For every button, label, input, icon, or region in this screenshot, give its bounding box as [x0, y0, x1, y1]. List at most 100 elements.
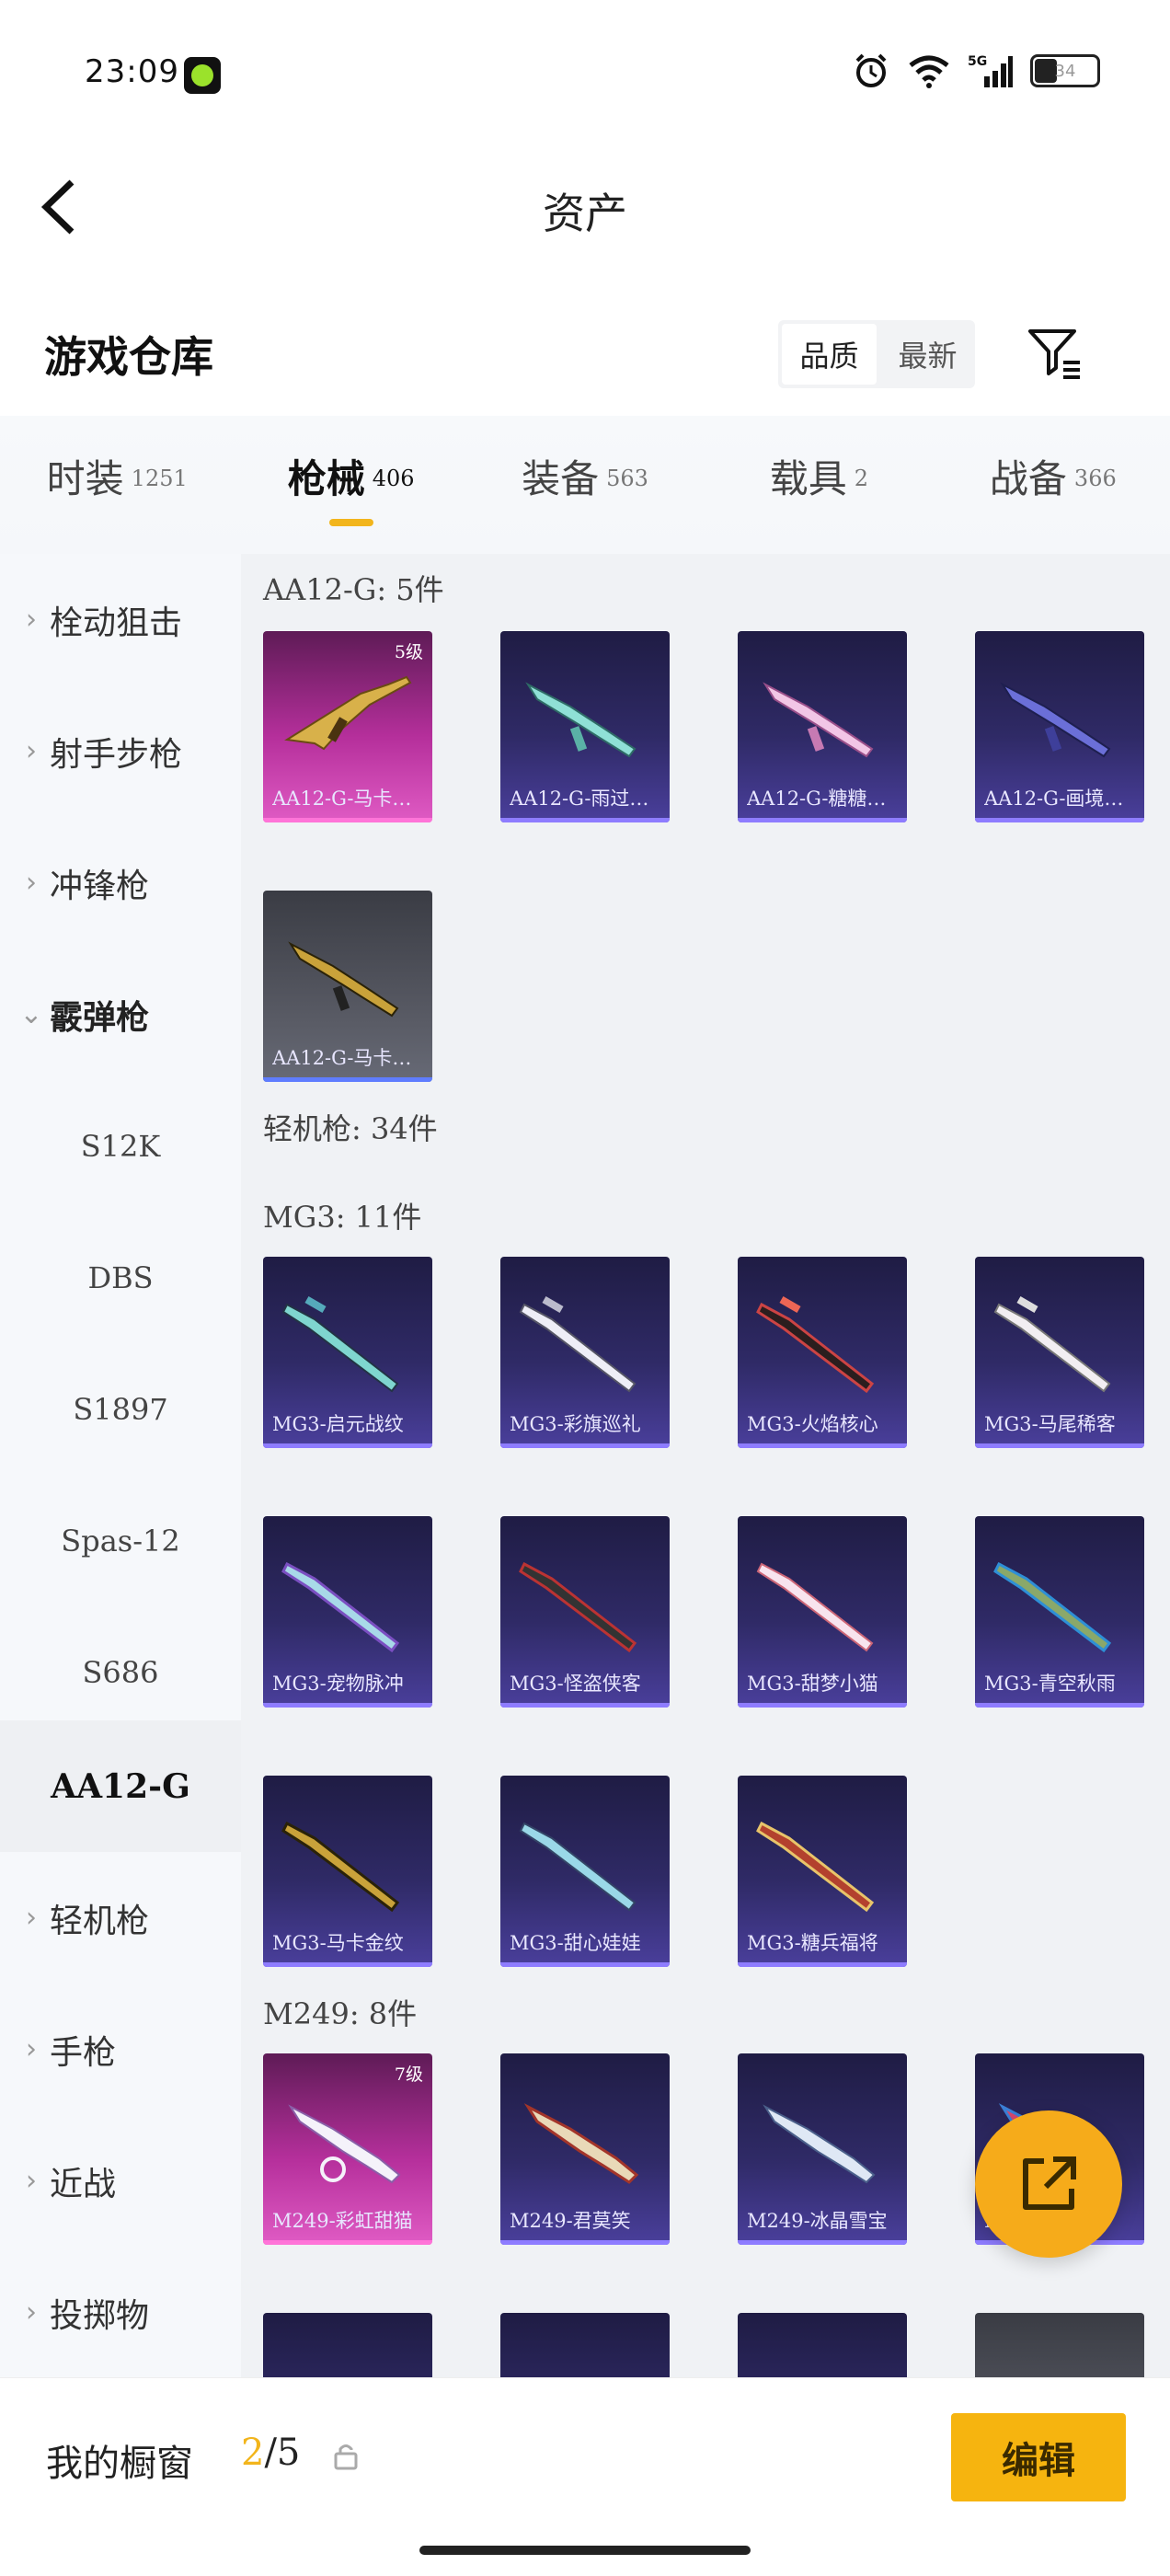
edit-button[interactable]: 编辑: [951, 2413, 1126, 2501]
chevron-right-icon: ›: [26, 604, 37, 636]
section-header-m249: M249: 8件: [263, 1996, 418, 2031]
tab-equipment[interactable]: 装备 563: [468, 416, 702, 554]
sidebar-item-marksman-rifle[interactable]: › 射手步枪: [0, 685, 241, 817]
sidebar-subitem-spas12[interactable]: Spas-12: [0, 1475, 241, 1606]
machine-gun-icon: [993, 1561, 1112, 1653]
sidebar-item-label: 栓动狙击: [50, 604, 183, 642]
weapon-card[interactable]: AA12-G-画境…: [975, 631, 1144, 822]
machine-gun-icon: [519, 1561, 637, 1653]
card-name: M249-冰晶雪宝: [747, 2210, 888, 2232]
weapon-card[interactable]: [738, 2313, 907, 2377]
sidebar-subitem-s686[interactable]: S686: [0, 1606, 241, 1738]
card-name: MG3-甜梦小猫: [747, 1673, 878, 1695]
tab-label: 战备: [989, 455, 1067, 501]
card-name: MG3-马卡金纹: [272, 1932, 404, 1954]
card-name: MG3-甜心娃娃: [510, 1932, 641, 1954]
machine-gun-icon: [763, 2104, 876, 2184]
sidebar-item-pistol[interactable]: › 手枪: [0, 1984, 241, 2115]
weapon-card[interactable]: AA12-G-马卡…: [263, 891, 432, 1082]
tab-count: 563: [606, 466, 648, 491]
tab-vehicles[interactable]: 载具 2: [702, 416, 935, 554]
weapon-card[interactable]: MG3-怪盗侠客: [500, 1516, 670, 1708]
card-name: AA12-G-画境…: [984, 788, 1124, 810]
sidebar-item-lmg[interactable]: › 轻机枪: [0, 1852, 241, 1984]
machine-gun-icon: [756, 1296, 875, 1394]
weapon-card[interactable]: MG3-甜梦小猫: [738, 1516, 907, 1708]
share-button[interactable]: [975, 2110, 1122, 2258]
weapon-card[interactable]: MG3-马尾稀客: [975, 1257, 1144, 1448]
weapon-grid: AA12-G: 5件 5级 AA12-G-马卡… AA12-G-雨过… AA12…: [241, 554, 1170, 2377]
tab-fashion[interactable]: 时装 1251: [0, 416, 234, 554]
card-name: AA12-G-马卡…: [272, 788, 412, 810]
sidebar-subitem-s12k[interactable]: S12K: [0, 1080, 241, 1212]
weapon-card[interactable]: MG3-彩旗巡礼: [500, 1257, 670, 1448]
weapon-card[interactable]: M249-冰晶雪宝: [738, 2053, 907, 2245]
sidebar-item-bolt-sniper[interactable]: › 栓动狙击: [0, 554, 241, 685]
weapon-card[interactable]: AA12-G-糖糖…: [738, 631, 907, 822]
weapon-card[interactable]: MG3-启元战纹: [263, 1257, 432, 1448]
showcase-total: /5: [264, 2432, 301, 2474]
status-time: 23:09: [85, 53, 179, 90]
section-header-aa12g: AA12-G: 5件: [263, 572, 444, 607]
card-name: MG3-宠物脉冲: [272, 1673, 404, 1695]
card-name: MG3-火焰核心: [747, 1413, 878, 1435]
weapon-card[interactable]: MG3-火焰核心: [738, 1257, 907, 1448]
weapon-card[interactable]: MG3-甜心娃娃: [500, 1776, 670, 1967]
tab-label: 枪械: [287, 455, 365, 501]
weapon-card[interactable]: [975, 2313, 1144, 2377]
card-name: MG3-怪盗侠客: [510, 1673, 641, 1695]
weapon-card[interactable]: [500, 2313, 670, 2377]
showcase-bar: 我的橱窗 2/5 编辑: [0, 2377, 1170, 2576]
card-name: M249-彩虹甜猫: [272, 2210, 413, 2232]
weapon-card[interactable]: MG3-青空秋雨: [975, 1516, 1144, 1708]
sidebar-item-label: 投掷物: [50, 2296, 150, 2335]
weapon-card[interactable]: M249-君莫笑: [500, 2053, 670, 2245]
card-name: MG3-彩旗巡礼: [510, 1413, 641, 1435]
battery-icon: 34: [1030, 54, 1100, 87]
tab-label: 装备: [522, 455, 600, 501]
weapon-card[interactable]: 5级 AA12-G-马卡…: [263, 631, 432, 822]
sidebar-subitem-s1897[interactable]: S1897: [0, 1343, 241, 1475]
sidebar-item-label: 手枪: [50, 2033, 117, 2072]
rifle-icon: [763, 682, 874, 758]
rifle-icon: [284, 675, 412, 751]
chevron-right-icon: ›: [26, 1902, 37, 1934]
weapon-card[interactable]: MG3-糖兵福将: [738, 1776, 907, 1967]
weapon-card[interactable]: MG3-宠物脉冲: [263, 1516, 432, 1708]
status-icons: 5G 34: [852, 52, 1100, 90]
card-name: M249-君莫笑: [510, 2210, 631, 2232]
machine-gun-icon: [281, 1296, 399, 1393]
sidebar-item-smg[interactable]: › 冲锋枪: [0, 817, 241, 949]
machine-gun-icon: [519, 1296, 637, 1393]
chevron-right-icon: ›: [26, 735, 37, 767]
sidebar-item-throwable[interactable]: › 投掷物: [0, 2247, 241, 2378]
chevron-right-icon: ›: [26, 2296, 37, 2329]
home-indicator[interactable]: [419, 2546, 751, 2555]
weapon-card[interactable]: 7级 M249-彩虹甜猫: [263, 2053, 432, 2245]
sidebar-subitem-aa12g[interactable]: AA12-G: [0, 1720, 241, 1852]
tab-firearms[interactable]: 枪械 406: [234, 416, 467, 554]
sort-toggle: 品质 最新: [778, 320, 975, 388]
tab-supplies[interactable]: 战备 366: [936, 416, 1170, 554]
sort-option-latest[interactable]: 最新: [880, 320, 975, 388]
showcase-current: 2: [241, 2432, 265, 2474]
sidebar-item-melee[interactable]: › 近战: [0, 2115, 241, 2247]
sidebar-item-label: 近战: [50, 2165, 117, 2203]
nav-header: 资产: [0, 147, 1170, 267]
inventory-bar: 游戏仓库 品质 最新: [0, 304, 1170, 405]
weapon-card[interactable]: AA12-G-雨过…: [500, 631, 670, 822]
chevron-right-icon: ›: [26, 2165, 37, 2197]
filter-button[interactable]: [1025, 324, 1084, 383]
sidebar-item-shotgun[interactable]: ⌄ 霰弹枪: [0, 949, 241, 1080]
sort-option-quality[interactable]: 品质: [782, 324, 877, 385]
tab-label: 载具: [769, 455, 847, 501]
sidebar-item-label: 冲锋枪: [50, 867, 150, 905]
tab-count: 1251: [131, 466, 188, 491]
rifle-icon: [1000, 682, 1111, 758]
sidebar-subitem-dbs[interactable]: DBS: [0, 1212, 241, 1343]
weapon-card[interactable]: [263, 2313, 432, 2377]
sidebar-item-label: S12K: [80, 1128, 161, 1164]
sidebar-item-label: 轻机枪: [50, 1902, 150, 1940]
weapon-card[interactable]: MG3-马卡金纹: [263, 1776, 432, 1967]
chevron-right-icon: ›: [26, 867, 37, 899]
